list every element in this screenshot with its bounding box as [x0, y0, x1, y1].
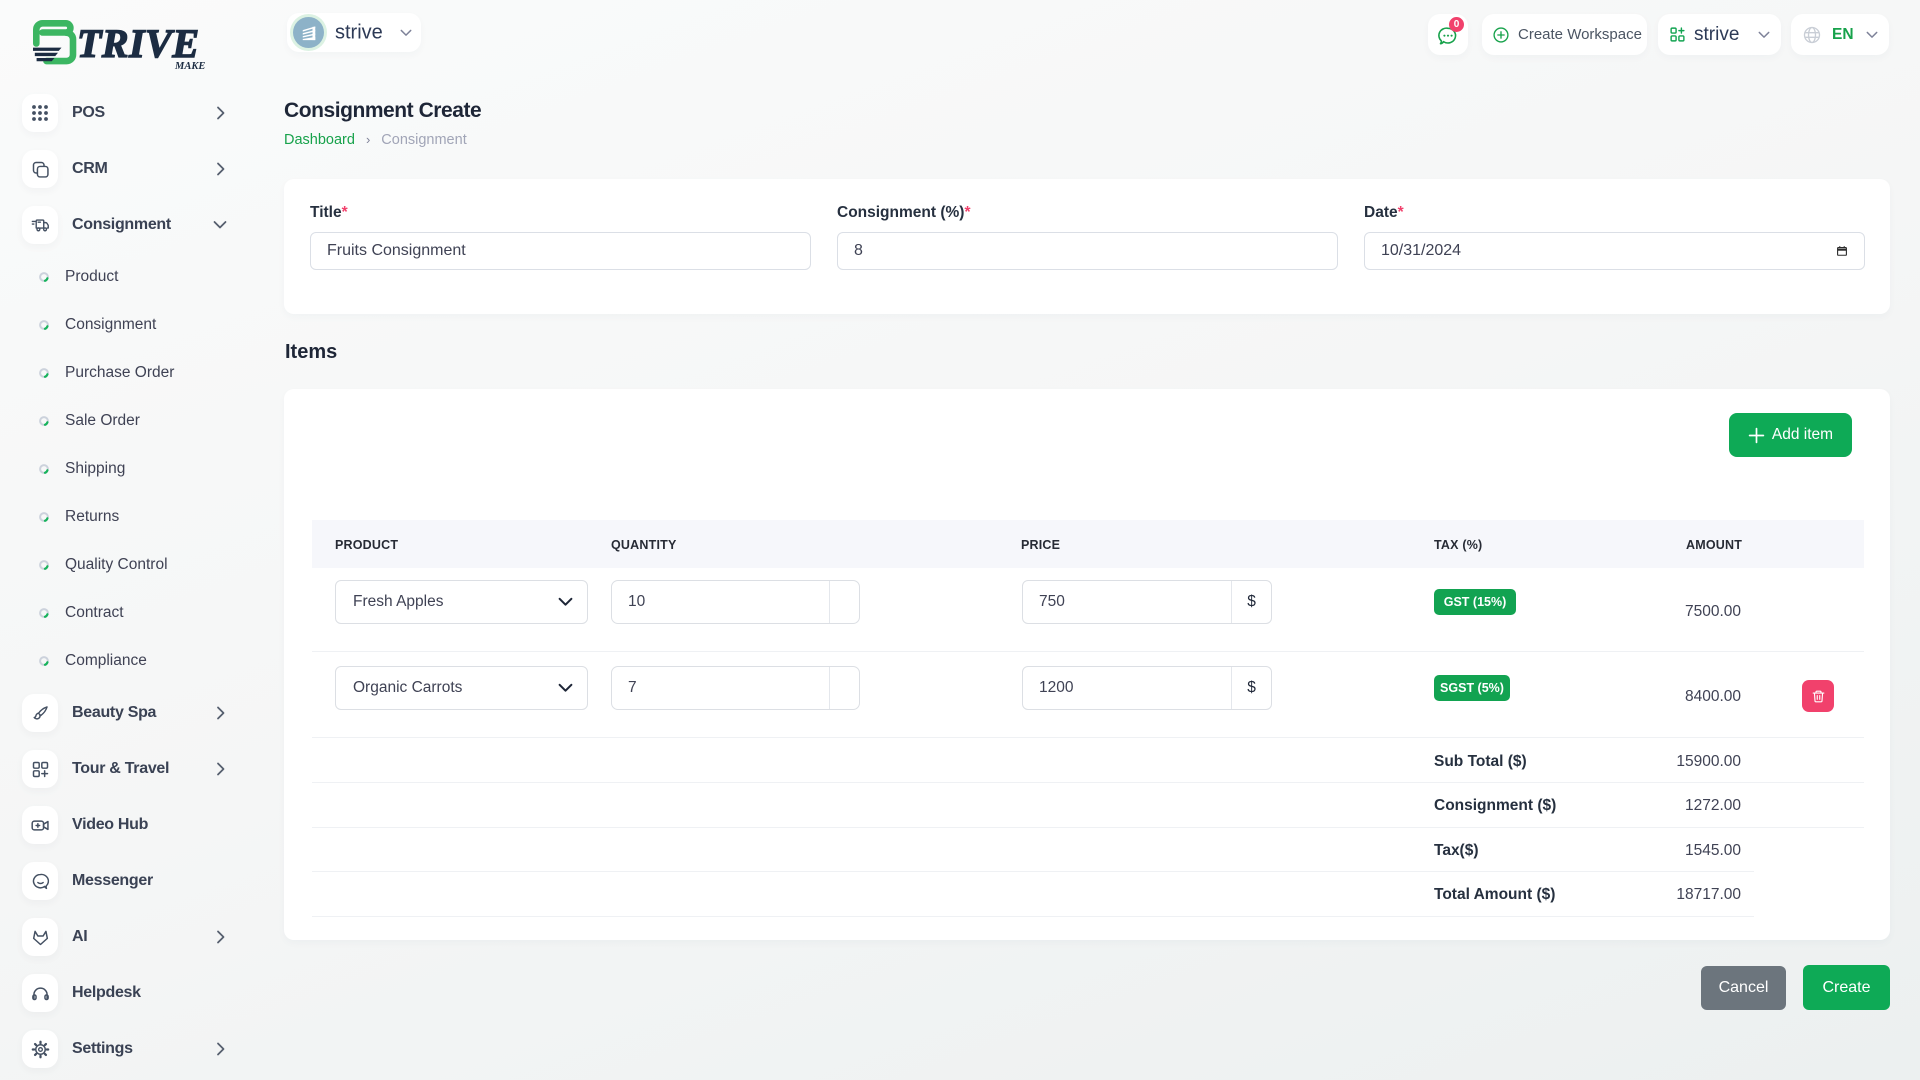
svg-text:TRIVE: TRIVE	[77, 21, 200, 66]
svg-text:MAKE: MAKE	[174, 61, 205, 72]
